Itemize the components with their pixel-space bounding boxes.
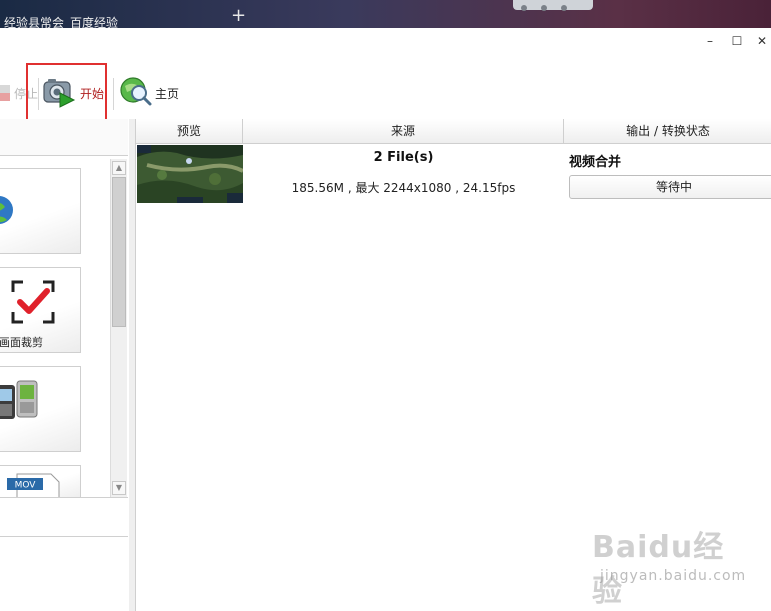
scroll-thumb[interactable] xyxy=(112,177,126,327)
scroll-up-arrow[interactable]: ▲ xyxy=(112,161,126,175)
tool-card-crop[interactable]: 画面裁剪 xyxy=(0,267,81,353)
baidu-jingyan-watermark: Baidu经验 jingyan.baidu.com xyxy=(592,522,745,609)
tool-card-crop-label: 画面裁剪 xyxy=(0,336,43,349)
home-button[interactable]: 主页 xyxy=(119,76,179,110)
tool-card-mov[interactable]: MOV xyxy=(0,465,81,503)
tool-card-devices[interactable] xyxy=(0,366,81,452)
minimize-button[interactable]: – xyxy=(702,34,718,48)
output-task-name: 视频合并 xyxy=(569,155,622,170)
start-button-highlight-box xyxy=(26,63,107,124)
background-widget xyxy=(513,0,593,11)
table-row[interactable]: 2 File(s) 185.56M , 最大 2244x1080 , 24.15… xyxy=(136,144,771,206)
source-file-count: 2 File(s) xyxy=(373,150,434,165)
left-panel-footer-row xyxy=(0,497,128,536)
stop-icon xyxy=(0,79,12,108)
watermark-url: jingyan.baidu.com xyxy=(600,568,747,584)
window-title-bar: – ☐ ✕ xyxy=(0,28,771,56)
left-panel-scrollbar[interactable]: ▲ ▼ xyxy=(110,159,127,497)
globe-icon xyxy=(0,193,15,230)
left-panel: 画面裁剪 MOV ▲ ▼ xyxy=(0,119,130,611)
scroll-down-arrow[interactable]: ▼ xyxy=(112,481,126,495)
output-status-button[interactable]: 等待中 xyxy=(569,175,771,199)
maximize-button[interactable]: ☐ xyxy=(729,34,745,48)
browser-tab-strip: 经验县常会_百度经验 + xyxy=(0,0,771,30)
new-tab-button[interactable]: + xyxy=(231,7,246,25)
video-thumbnail xyxy=(137,145,243,203)
left-panel-header xyxy=(0,119,128,156)
tool-card-globe[interactable] xyxy=(0,168,81,254)
crop-icon xyxy=(11,280,55,327)
toolbar-separator xyxy=(113,78,114,110)
home-search-icon xyxy=(119,76,153,111)
home-label: 主页 xyxy=(155,86,180,101)
phones-icon xyxy=(0,379,41,426)
left-panel-footer-row xyxy=(0,536,128,575)
column-header-output[interactable]: 输出 / 转换状态 xyxy=(564,119,771,143)
toolbar: 停止 开始 主页 xyxy=(0,56,771,118)
table-header: 预览 来源 输出 / 转换状态 xyxy=(136,119,771,144)
column-header-source[interactable]: 来源 xyxy=(243,119,564,143)
column-header-preview[interactable]: 预览 xyxy=(136,119,243,143)
watermark-logo: Baidu经验 xyxy=(592,530,725,609)
close-button[interactable]: ✕ xyxy=(754,34,770,48)
mov-badge-text: MOV xyxy=(15,481,37,491)
source-file-info: 185.56M , 最大 2244x1080 , 24.15fps xyxy=(291,181,516,195)
